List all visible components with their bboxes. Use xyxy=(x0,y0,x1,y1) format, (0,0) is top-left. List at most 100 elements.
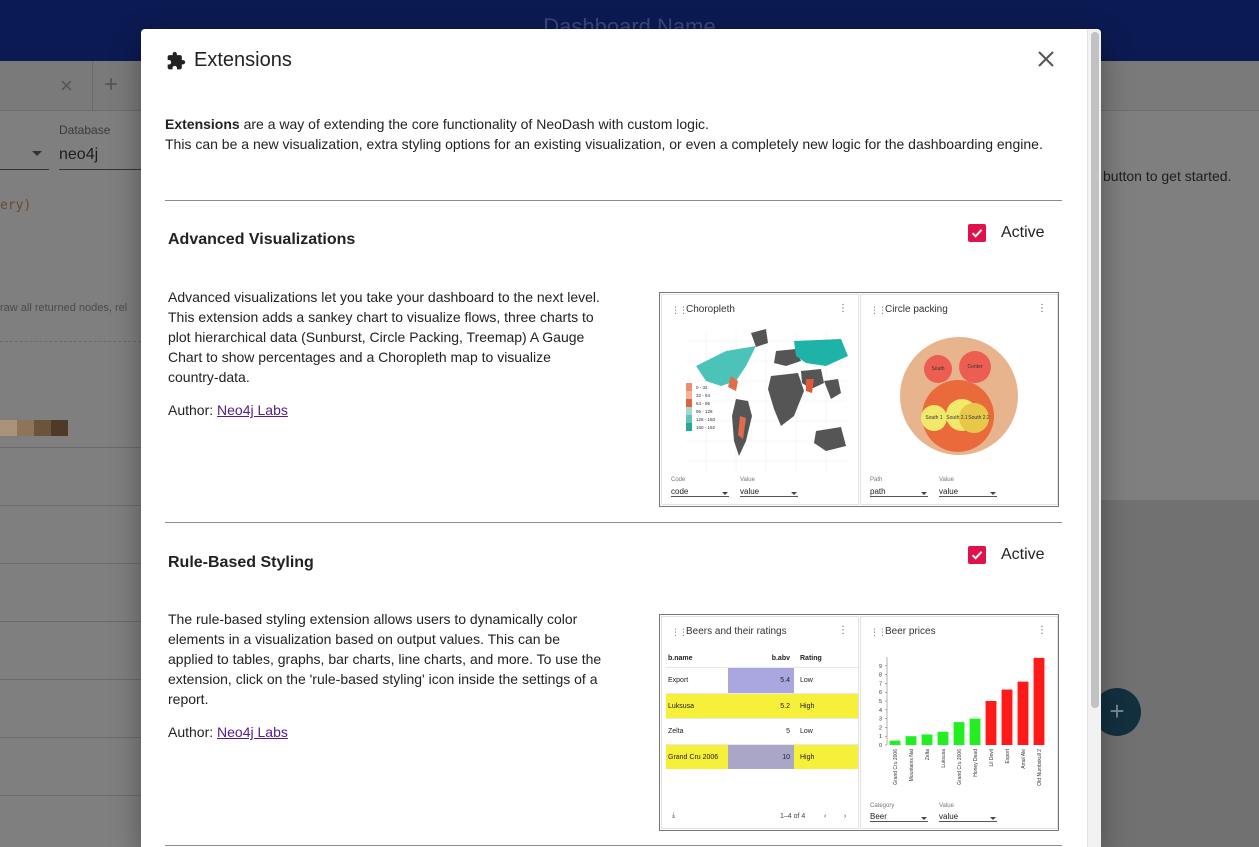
field-label: Value xyxy=(939,477,954,483)
color-swatch xyxy=(0,420,17,436)
chevron-down-icon[interactable] xyxy=(32,151,42,156)
extension-description: Advanced visualizations let you take you… xyxy=(168,289,600,385)
y-tick-label: 1 xyxy=(879,734,882,740)
close-icon[interactable] xyxy=(1032,45,1060,73)
x-tick-label: Mountains Nat xyxy=(909,748,915,781)
table-row: Grand Cru 2006 10 High xyxy=(666,743,858,769)
legend-label: 160 - 192 xyxy=(696,425,716,430)
chevron-down-icon xyxy=(921,492,927,495)
bar xyxy=(937,731,949,745)
bubble-label: South xyxy=(931,366,944,372)
drag-handle-icon: ⋮⋮ xyxy=(870,627,887,637)
extension-author: Author: Neo4j Labs xyxy=(168,724,288,740)
extension-description: The rule-based styling extension allows … xyxy=(168,611,602,707)
more-vert-icon: ⋮ xyxy=(1037,303,1047,314)
scrollbar-thumb[interactable] xyxy=(1091,32,1099,708)
table-cell: Zelta xyxy=(668,728,684,735)
path-select: path xyxy=(870,487,928,497)
author-link[interactable]: Neo4j Labs xyxy=(217,402,288,418)
section-divider xyxy=(165,845,1062,846)
y-tick-label: 9 xyxy=(879,664,882,670)
field-label: Code xyxy=(671,477,686,483)
active-label: Active xyxy=(1001,224,1045,241)
color-swatches xyxy=(0,420,68,436)
add-page-icon[interactable]: + xyxy=(104,71,118,99)
report-card xyxy=(1101,500,1259,847)
table-cell: High xyxy=(800,753,815,761)
active-toggle[interactable]: Active xyxy=(968,224,1045,242)
database-underline xyxy=(59,169,141,170)
bar xyxy=(889,740,901,745)
query-editor[interactable]: ery) xyxy=(0,198,31,213)
close-icon[interactable]: × xyxy=(60,73,73,99)
y-tick-label: 7 xyxy=(879,681,882,687)
check-icon xyxy=(971,551,983,560)
table-cell: 10 xyxy=(728,744,794,769)
x-tick-label: Lil Devil xyxy=(989,749,995,767)
intro-line2: This can be a new visualization, extra s… xyxy=(165,136,1043,152)
type-select-underline xyxy=(0,169,49,170)
extension-title: Rule-Based Styling xyxy=(168,554,314,571)
more-vert-icon: ⋮ xyxy=(838,303,848,314)
query-hint: raw all returned nodes, rel xyxy=(0,302,128,314)
hint-divider xyxy=(0,341,141,342)
x-tick-label: Amol Ale xyxy=(1021,749,1027,769)
bar xyxy=(921,734,933,745)
value-select: value xyxy=(740,487,798,497)
card-title: Choropleth xyxy=(686,304,735,315)
intro-bold: Extensions xyxy=(165,116,240,132)
x-tick-label: Grand Cru 2006 xyxy=(957,749,963,785)
settings-row-divider xyxy=(0,563,141,564)
column-header: b.abv xyxy=(771,655,790,662)
author-link[interactable]: Neo4j Labs xyxy=(217,724,288,740)
settings-row-divider xyxy=(0,621,141,622)
legend-label: 128 - 160 xyxy=(696,417,716,422)
beer-prices-card: ⋮⋮ Beer prices ⋮ 0 1 2 3 4 5 6 7 8 9 Grand Cru 200… xyxy=(861,617,1057,828)
y-tick-label: 3 xyxy=(879,717,882,723)
active-toggle[interactable]: Active xyxy=(968,546,1045,564)
settings-row-divider xyxy=(0,795,141,796)
chevron-down-icon xyxy=(722,492,728,495)
extension-preview-image: ⋮⋮ Beers and their ratings ⋮ b.name b.ab… xyxy=(659,614,1059,831)
bar xyxy=(1017,681,1029,745)
extension-title: Advanced Visualizations xyxy=(168,231,356,248)
value-select: value xyxy=(939,487,997,497)
table-header: b.name b.abv Rating xyxy=(666,651,858,667)
bubble-label: South 2.2 xyxy=(968,415,990,421)
active-checkbox[interactable] xyxy=(968,224,986,242)
bar xyxy=(969,718,981,745)
database-select[interactable]: neo4j xyxy=(59,146,98,164)
y-tick-label: 2 xyxy=(879,725,882,731)
table-cell: 5.2 xyxy=(728,693,794,718)
table-cell: Low xyxy=(800,728,813,735)
puzzle-icon xyxy=(167,51,186,70)
more-vert-icon: ⋮ xyxy=(838,625,848,636)
x-tick-label: Grand Cru 2006 xyxy=(893,749,899,785)
extension-author: Author: Neo4j Labs xyxy=(168,402,288,418)
modal-scrollbar[interactable] xyxy=(1087,29,1101,847)
color-swatch xyxy=(51,420,68,436)
beers-table: b.name b.abv Rating Export 5.4 Low Luksusa 5… xyxy=(666,651,858,769)
column-header: b.name xyxy=(668,655,693,662)
section-divider xyxy=(165,200,1062,201)
table-cell: Luksusa xyxy=(668,702,695,710)
card-title: Beers and their ratings xyxy=(686,626,787,637)
section-divider xyxy=(165,522,1062,523)
bubble-label: South 1 xyxy=(925,415,942,421)
drag-handle-icon: ⋮⋮ xyxy=(671,627,688,637)
x-tick-label: Old Numbskull 2 xyxy=(1037,749,1043,786)
database-label: Database xyxy=(59,123,111,137)
drag-handle-icon: ⋮⋮ xyxy=(671,305,688,315)
active-checkbox[interactable] xyxy=(968,546,986,564)
table-row: Export 5.4 Low xyxy=(666,667,858,693)
pagination-label: 1–4 of 4 xyxy=(780,813,806,820)
field-label: Value xyxy=(939,803,954,809)
legend-label: 0 - 32 xyxy=(696,385,708,390)
beers-table-card: ⋮⋮ Beers and their ratings ⋮ b.name b.ab… xyxy=(662,617,858,828)
beer-prices-chart: 0 1 2 3 4 5 6 7 8 9 Grand Cru 2006 Mountains Nat Zel… xyxy=(879,657,1045,786)
table-cell: Low xyxy=(800,677,813,684)
color-swatch xyxy=(34,420,51,436)
modal-title: Extensions xyxy=(194,49,292,71)
chevron-down-icon xyxy=(921,817,927,820)
y-tick-label: 4 xyxy=(879,708,882,714)
